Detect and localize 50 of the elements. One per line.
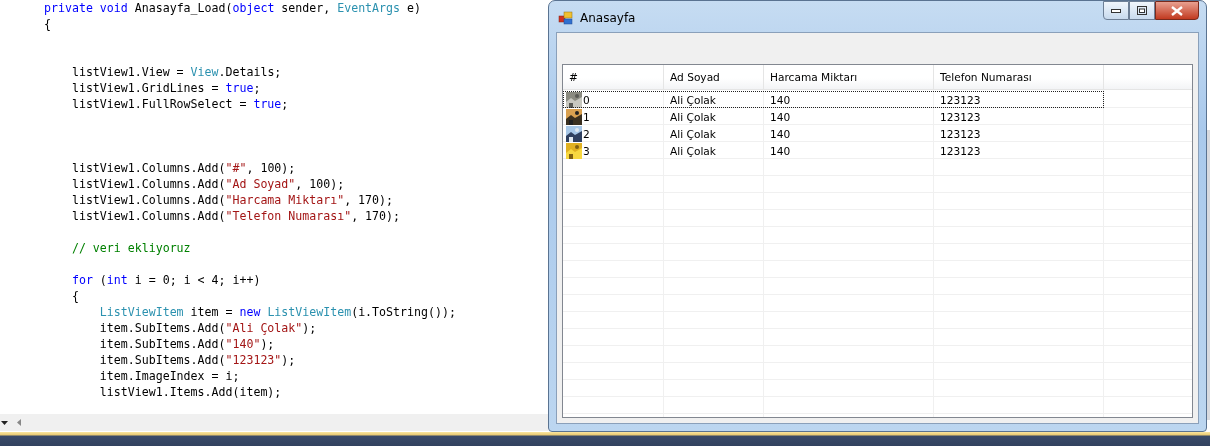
code-line: item.ImageIndex = i;: [98, 368, 241, 384]
maximize-button[interactable]: [1129, 1, 1155, 20]
table-cell: 123123: [940, 127, 981, 140]
table-cell: Ali Çolak: [670, 144, 716, 157]
table-cell: Ali Çolak: [670, 110, 716, 123]
code-line: listView1.Columns.Add("Telefon Numarası", 170);: [70, 208, 401, 224]
code-line: // veri ekliyoruz: [70, 240, 192, 256]
scroll-left-icon[interactable]: [17, 419, 21, 426]
dropdown-arrow-icon[interactable]: [1, 420, 8, 425]
code-line: private void Anasayfa_Load(object sender, EventArgs e): [44, 0, 422, 16]
code-line: listView1.Columns.Add("Ad Soyad", 100);: [70, 176, 346, 192]
code-line: item.SubItems.Add("Ali Çolak");: [98, 320, 318, 336]
code-line: listView1.Columns.Add("#", 100);: [70, 160, 297, 176]
column-header[interactable]: #: [563, 65, 664, 89]
table-cell: 3: [583, 144, 590, 157]
table-cell: 123123: [940, 144, 981, 157]
window-title: Anasayfa: [580, 11, 636, 25]
maximize-icon: [1137, 6, 1147, 15]
minimize-button[interactable]: [1103, 1, 1129, 20]
table-cell: 140: [770, 144, 791, 157]
app-icon: [558, 10, 574, 26]
column-header[interactable]: Telefon Numarası: [934, 65, 1104, 89]
code-line: {: [44, 16, 52, 32]
table-cell: 2: [583, 127, 590, 140]
table-cell: Ali Çolak: [670, 127, 716, 140]
horizontal-scrollbar[interactable]: [0, 414, 548, 431]
code-line: for (int i = 0; i < 4; i++): [70, 272, 262, 288]
table-cell: Ali Çolak: [670, 93, 716, 106]
table-cell: 123123: [940, 93, 981, 106]
table-cell: 140: [770, 110, 791, 123]
code-line: {: [70, 288, 80, 304]
table-cell: 0: [583, 93, 590, 106]
code-line: item.SubItems.Add("123123");: [98, 352, 297, 368]
table-cell: 140: [770, 93, 791, 106]
close-button[interactable]: [1155, 1, 1199, 20]
column-header[interactable]: Harcama Miktarı: [764, 65, 934, 89]
code-line: ListViewItem item = new ListViewItem(i.ToString());: [98, 304, 457, 320]
table-cell: 140: [770, 127, 791, 140]
minimize-icon: [1111, 8, 1121, 13]
column-header[interactable]: Ad Soyad: [664, 65, 764, 89]
code-line: listView1.FullRowSelect = true;: [70, 96, 290, 112]
table-cell: 123123: [940, 110, 981, 123]
code-line: listView1.GridLines = true;: [70, 80, 262, 96]
code-line: listView1.Items.Add(item);: [98, 384, 283, 400]
close-icon: [1171, 5, 1183, 16]
code-line: listView1.Columns.Add("Harcama Miktarı", 170);: [70, 192, 395, 208]
vertical-scrollbar[interactable]: [1207, 130, 1210, 420]
code-line: item.SubItems.Add("140");: [98, 336, 276, 352]
code-line: listView1.View = View.Details;: [70, 64, 283, 80]
table-cell: 1: [583, 110, 590, 123]
